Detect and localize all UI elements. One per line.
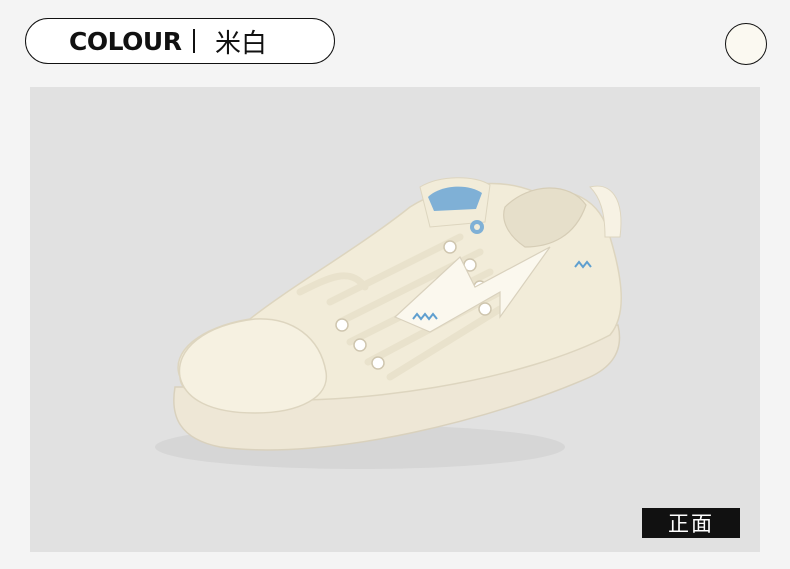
- shoe-illustration: [155, 177, 622, 469]
- header-divider: [193, 29, 195, 53]
- colour-label: COLOUR: [69, 26, 182, 56]
- view-label-text: 正面: [668, 512, 714, 536]
- product-photo: 正面: [30, 87, 760, 552]
- view-label: 正面: [642, 508, 740, 538]
- colour-header: COLOUR 米白: [25, 18, 335, 64]
- colour-value: 米白: [214, 28, 267, 59]
- colour-swatch[interactable]: [725, 23, 767, 65]
